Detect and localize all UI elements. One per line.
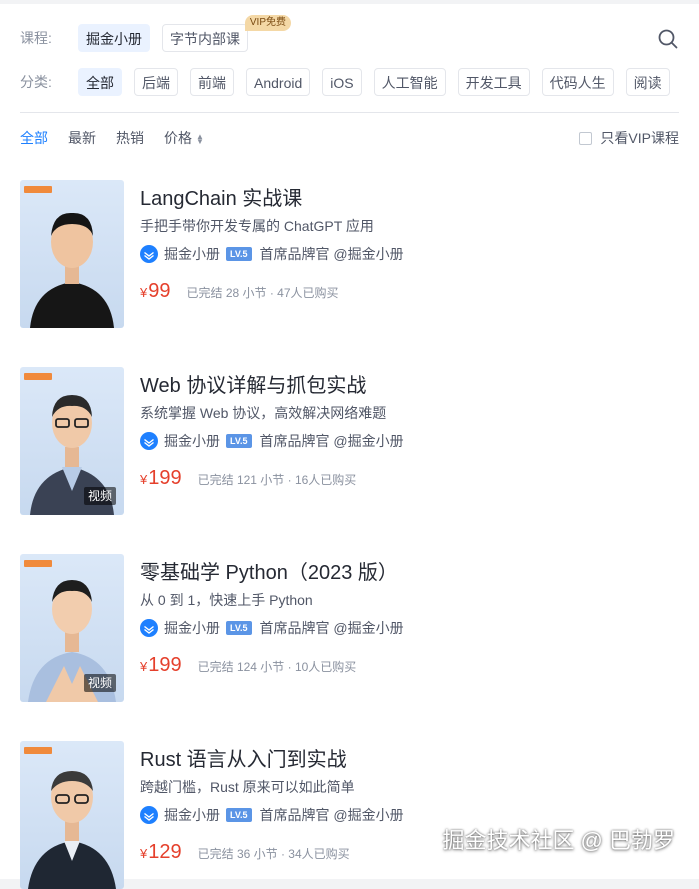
sort-latest[interactable]: 最新 xyxy=(68,128,96,148)
course-title[interactable]: 零基础学 Python（2023 版） xyxy=(140,556,398,585)
author-avatar-icon xyxy=(140,806,158,824)
course-cover-image[interactable]: 视频 xyxy=(20,367,124,515)
author-name[interactable]: 掘金小册 xyxy=(164,244,220,264)
category-code-life[interactable]: 代码人生 xyxy=(541,68,614,96)
filter-divider xyxy=(20,112,679,113)
sort-price[interactable]: 价格 ▲ ▼ xyxy=(164,128,204,148)
category-reading[interactable]: 阅读 xyxy=(625,68,670,96)
author-title: 首席品牌官 @掘金小册 xyxy=(259,620,404,636)
sort-hot[interactable]: 热销 xyxy=(116,128,144,148)
vip-free-badge: VIP免费 xyxy=(244,15,291,31)
author-name[interactable]: 掘金小册 xyxy=(164,805,220,825)
vip-only-checkbox[interactable] xyxy=(579,131,593,145)
course-item[interactable]: LangChain 实战课 手把手带你开发专属的 ChatGPT 应用 掘金小册… xyxy=(20,180,680,328)
category-filter-label: 分类: xyxy=(20,74,52,90)
course-description: 手把手带你开发专属的 ChatGPT 应用 xyxy=(140,218,374,234)
price-value: 99 xyxy=(148,280,171,302)
author-title: 首席品牌官 @掘金小册 xyxy=(259,246,404,262)
author-avatar-icon xyxy=(140,619,158,637)
category-all[interactable]: 全部 xyxy=(78,68,122,96)
sort-arrows-icon: ▲ ▼ xyxy=(196,132,204,147)
course-cover-image[interactable]: 视频 xyxy=(20,554,124,702)
video-tag: 视频 xyxy=(83,674,116,692)
category-filter-row: 分类: 全部 后端 前端 Android iOS 人工智能 开发工具 代码人生 … xyxy=(20,68,682,96)
category-dev-tools[interactable]: 开发工具 xyxy=(457,68,530,96)
category-android[interactable]: Android xyxy=(246,68,311,96)
course-author[interactable]: 掘金小册 LV.5 首席品牌官 @掘金小册 xyxy=(140,244,404,264)
course-stats: 已完结 36 小节 · 34人已购买 xyxy=(197,847,350,861)
course-option-bytedance-internal[interactable]: 字节内部课 VIP免费 xyxy=(162,15,291,52)
currency-symbol: ¥ xyxy=(140,472,148,487)
course-price: ¥99 xyxy=(140,280,170,303)
course-item[interactable]: 视频 Web 协议详解与抓包实战 系统掌握 Web 协议，高效解决网络难题 掘金… xyxy=(20,367,680,515)
author-name[interactable]: 掘金小册 xyxy=(164,618,220,638)
cover-tag xyxy=(24,560,52,567)
search-icon[interactable] xyxy=(657,28,679,50)
cover-tag xyxy=(24,373,52,380)
price-value: 199 xyxy=(148,654,182,676)
course-author[interactable]: 掘金小册 LV.5 首席品牌官 @掘金小册 xyxy=(140,805,404,825)
course-meta: ¥199 已完结 121 小节 · 16人已购买 xyxy=(140,467,356,491)
course-cover-image[interactable] xyxy=(20,741,124,889)
author-level-badge: LV.5 xyxy=(226,808,252,822)
category-frontend[interactable]: 前端 xyxy=(190,68,234,96)
author-level-badge: LV.5 xyxy=(226,434,252,448)
price-value: 199 xyxy=(148,467,182,489)
course-title[interactable]: Rust 语言从入门到实战 xyxy=(140,743,347,772)
course-description: 系统掌握 Web 协议，高效解决网络难题 xyxy=(140,405,387,421)
currency-symbol: ¥ xyxy=(140,846,148,861)
vip-only-label: 只看VIP课程 xyxy=(600,130,679,146)
course-stats: 已完结 124 小节 · 10人已购买 xyxy=(197,660,357,674)
course-author[interactable]: 掘金小册 LV.5 首席品牌官 @掘金小册 xyxy=(140,431,404,451)
author-title: 首席品牌官 @掘金小册 xyxy=(259,807,404,823)
cover-tag xyxy=(24,747,52,754)
author-avatar-icon xyxy=(140,432,158,450)
author-name[interactable]: 掘金小册 xyxy=(164,431,220,451)
course-meta: ¥199 已完结 124 小节 · 10人已购买 xyxy=(140,654,356,678)
instructor-portrait xyxy=(30,212,114,328)
course-item[interactable]: Rust 语言从入门到实战 跨越门槛，Rust 原来可以如此简单 掘金小册 LV… xyxy=(20,741,680,889)
course-list-panel: 课程: 掘金小册 字节内部课 VIP免费 分类: 全部 后端 前端 Androi… xyxy=(0,4,699,889)
instructor-portrait xyxy=(28,771,116,889)
course-price: ¥199 xyxy=(140,467,182,490)
course-stats: 已完结 28 小节 · 47人已购买 xyxy=(186,286,339,300)
course-option-juejin-booklet[interactable]: 掘金小册 xyxy=(78,24,150,52)
author-avatar-icon xyxy=(140,245,158,263)
category-ai[interactable]: 人工智能 xyxy=(373,68,446,96)
sort-bar: 全部 最新 热销 价格 ▲ ▼ 只看VIP课程 xyxy=(20,126,679,150)
course-price: ¥199 xyxy=(140,654,182,677)
price-value: 129 xyxy=(148,841,182,863)
course-description: 从 0 到 1，快速上手 Python xyxy=(140,592,313,608)
course-filter-label: 课程: xyxy=(20,30,52,46)
course-author[interactable]: 掘金小册 LV.5 首席品牌官 @掘金小册 xyxy=(140,618,404,638)
course-title[interactable]: LangChain 实战课 xyxy=(140,182,302,211)
video-tag: 视频 xyxy=(83,487,116,505)
course-meta: ¥129 已完结 36 小节 · 34人已购买 xyxy=(140,841,350,865)
course-stats: 已完结 121 小节 · 16人已购买 xyxy=(197,473,357,487)
currency-symbol: ¥ xyxy=(140,659,148,674)
cover-tag xyxy=(24,186,52,193)
course-option-label: 字节内部课 xyxy=(170,31,240,47)
sort-all[interactable]: 全部 xyxy=(20,128,48,148)
author-level-badge: LV.5 xyxy=(226,247,252,261)
course-description: 跨越门槛，Rust 原来可以如此简单 xyxy=(140,779,355,795)
currency-symbol: ¥ xyxy=(140,285,148,300)
category-ios[interactable]: iOS xyxy=(322,68,362,96)
course-item[interactable]: 视频 零基础学 Python（2023 版） 从 0 到 1，快速上手 Pyth… xyxy=(20,554,680,702)
author-title: 首席品牌官 @掘金小册 xyxy=(259,433,404,449)
author-level-badge: LV.5 xyxy=(226,621,252,635)
sort-price-label: 价格 xyxy=(164,130,192,146)
watermark-text: 掘金技术社区 @ 巴勃罗 xyxy=(442,828,675,853)
course-price: ¥129 xyxy=(140,841,182,864)
course-meta: ¥99 已完结 28 小节 · 47人已购买 xyxy=(140,280,339,304)
course-cover-image[interactable] xyxy=(20,180,124,328)
vip-only-toggle[interactable]: 只看VIP课程 xyxy=(579,128,679,148)
course-filter-row: 课程: 掘金小册 字节内部课 VIP免费 xyxy=(20,15,291,52)
course-title[interactable]: Web 协议详解与抓包实战 xyxy=(140,369,366,398)
category-backend[interactable]: 后端 xyxy=(134,68,178,96)
